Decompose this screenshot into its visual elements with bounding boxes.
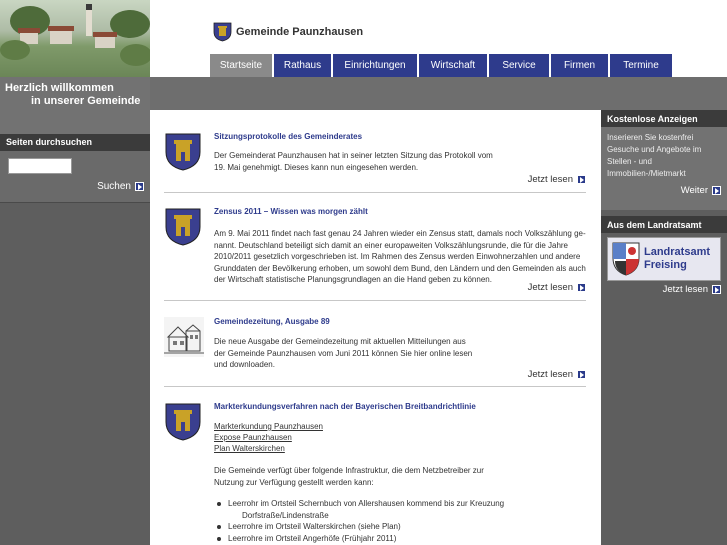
article-text: Die neue Ausgabe der Gemeindezeitung mit…	[214, 337, 473, 369]
link-plan[interactable]: Plan Walterskirchen	[214, 443, 323, 454]
article-title[interactable]: Gemeindezeitung, Ausgabe 89	[214, 317, 330, 326]
search-panel: Suchen	[0, 151, 150, 203]
article-title[interactable]: Zensus 2011 – Wissen was morgen zählt	[214, 207, 368, 216]
list-item: Leerrohre im Ortsteil Angerhöfe (Frühjah…	[214, 533, 586, 545]
tab-rathaus[interactable]: Rathaus	[274, 54, 331, 77]
main-navigation: Startseite Rathaus Einrichtungen Wirtschaft…	[210, 54, 672, 77]
ads-more-label: Weiter	[680, 185, 708, 196]
article-gemeindezeitung: Gemeindezeitung, Ausgabe 89 Die neue Aus…	[164, 317, 586, 389]
right-sidebar: Kostenlose Anzeigen Inserieren Sie koste…	[601, 110, 727, 545]
read-more-link[interactable]: Jetzt lesen	[528, 174, 586, 185]
divider	[164, 192, 586, 193]
search-input[interactable]	[8, 158, 72, 174]
welcome-line-1: Herzlich willkommen	[5, 82, 114, 94]
arrow-right-icon	[712, 285, 721, 294]
link-markterkundung[interactable]: Markterkundung Paunzhausen	[214, 421, 323, 432]
left-column: Herzlich willkommen in unserer Gemeinde …	[0, 0, 150, 545]
document-links: Markterkundung Paunzhausen Expose Paunzh…	[214, 421, 323, 454]
divider	[164, 300, 586, 301]
main-content: Sitzungsprotokolle des Gemeinderates Der…	[150, 110, 601, 545]
arrow-right-icon	[577, 283, 586, 292]
article-zensus: Zensus 2011 – Wissen was morgen zählt Am…	[164, 207, 586, 302]
building-sketch-icon	[164, 317, 204, 357]
read-more-label: Jetzt lesen	[527, 282, 573, 293]
tab-service[interactable]: Service	[489, 54, 549, 77]
article-text: Am 9. Mai 2011 findet nach fast genau 24…	[214, 229, 586, 284]
arrow-right-icon	[712, 186, 721, 195]
village-photo	[0, 0, 150, 77]
coat-of-arms-icon	[165, 208, 201, 246]
arrow-right-icon	[577, 370, 586, 379]
coat-of-arms-icon	[165, 133, 201, 171]
article-markterkundung: Markterkundungsverfahren nach der Bayeri…	[164, 402, 586, 545]
ads-more-link[interactable]: Weiter	[681, 185, 721, 196]
welcome-line-2: in unserer Gemeinde	[31, 95, 141, 107]
tab-einrichtungen[interactable]: Einrichtungen	[333, 54, 417, 77]
welcome-banner: Herzlich willkommen in unserer Gemeinde	[0, 77, 150, 134]
list-item: Leerrohr im Ortsteil Schernbuch von Alle…	[214, 498, 586, 521]
site-logo[interactable]: Gemeinde Paunzhausen	[213, 22, 363, 42]
landratsamt-more-label: Jetzt lesen	[662, 284, 708, 295]
search-heading: Seiten durchsuchen	[0, 134, 150, 151]
article-title[interactable]: Markterkundungsverfahren nach der Bayeri…	[214, 402, 476, 411]
tab-firmen[interactable]: Firmen	[551, 54, 608, 77]
tab-wirtschaft[interactable]: Wirtschaft	[419, 54, 487, 77]
article-sitzungsprotokolle: Sitzungsprotokolle des Gemeinderates Der…	[164, 132, 586, 194]
header-band	[150, 77, 727, 110]
divider	[164, 386, 586, 387]
ads-heading: Kostenlose Anzeigen	[601, 110, 727, 127]
ads-panel: Inserieren Sie kostenfrei Gesuche und An…	[601, 127, 727, 210]
coat-of-arms-icon	[165, 403, 201, 441]
header: Gemeinde Paunzhausen Startseite Rathaus Ei…	[150, 0, 727, 77]
read-more-link[interactable]: Jetzt lesen	[528, 282, 586, 293]
landratsamt-crest-icon	[612, 242, 640, 276]
landratsamt-banner[interactable]: Landratsamt Freising	[607, 237, 721, 281]
arrow-right-icon	[135, 182, 144, 191]
article-title[interactable]: Sitzungsprotokolle des Gemeinderates	[214, 132, 362, 141]
link-expose[interactable]: Expose Paunzhausen	[214, 432, 323, 443]
search-button[interactable]: Suchen	[97, 181, 144, 192]
article-text: Der Gemeinderat Paunzhausen hat in seine…	[214, 151, 493, 172]
arrow-right-icon	[577, 175, 586, 184]
read-more-label: Jetzt lesen	[527, 174, 573, 185]
landratsamt-label: Landratsamt Freising	[644, 246, 711, 271]
read-more-link[interactable]: Jetzt lesen	[528, 369, 586, 380]
ads-text: Inserieren Sie kostenfrei Gesuche und An…	[607, 133, 702, 178]
list-item: Leerrohre im Ortsteil Walterskirchen (si…	[214, 521, 586, 533]
article-text: Die Gemeinde verfügt über folgende Infra…	[214, 466, 484, 487]
landratsamt-heading: Aus dem Landratsamt	[601, 216, 727, 233]
tab-startseite[interactable]: Startseite	[210, 54, 272, 77]
landratsamt-more-link[interactable]: Jetzt lesen	[663, 284, 721, 295]
read-more-label: Jetzt lesen	[527, 369, 573, 380]
site-name: Gemeinde Paunzhausen	[236, 26, 364, 38]
coat-of-arms-icon	[213, 22, 232, 42]
search-button-label: Suchen	[97, 181, 131, 192]
infrastructure-list: Leerrohr im Ortsteil Schernbuch von Alle…	[214, 498, 586, 544]
tab-termine[interactable]: Termine	[610, 54, 672, 77]
